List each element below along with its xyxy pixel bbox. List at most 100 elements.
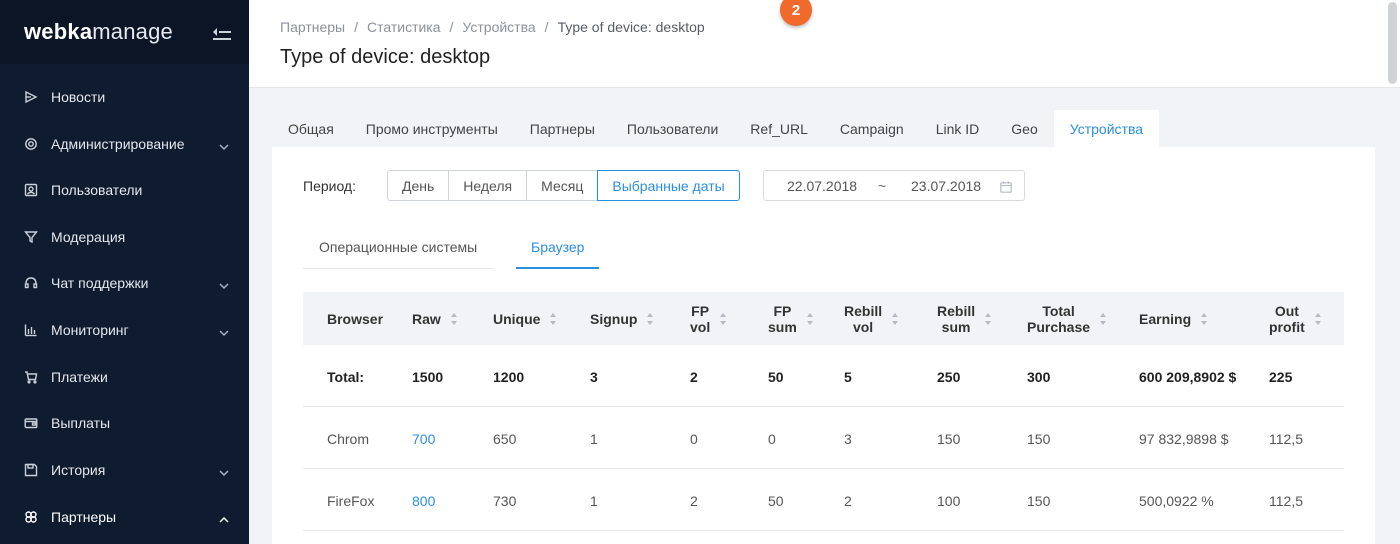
sidebar-item-5[interactable]: Мониторинг: [0, 307, 249, 353]
column-header-4[interactable]: FP vol: [690, 292, 727, 345]
column-header-7[interactable]: Rebill sum: [937, 292, 992, 345]
sidebar-item-2[interactable]: Пользователи: [0, 167, 249, 213]
sidebar-item-9[interactable]: Партнеры: [0, 494, 249, 540]
content-panel: Период: День Неделя Месяц Выбранные даты 22…: [272, 147, 1375, 544]
breadcrumb-partners[interactable]: Партнеры: [280, 19, 345, 35]
sidebar-item-label: Пользователи: [51, 182, 143, 198]
sort-icon[interactable]: [1201, 312, 1208, 325]
calendar-icon[interactable]: [1000, 180, 1012, 193]
scrollbar[interactable]: [1386, 0, 1400, 88]
date-range-picker[interactable]: 22.07.2018 ~ 23.07.2018: [763, 170, 1025, 201]
column-header-10[interactable]: Out profit: [1269, 292, 1322, 345]
column-header-label: Total Purchase: [1027, 302, 1091, 335]
sidebar-item-3[interactable]: Модерация: [0, 214, 249, 260]
column-header-label: Out profit: [1269, 302, 1305, 335]
chevron-down-icon[interactable]: [219, 139, 229, 151]
tab-0[interactable]: Общая: [272, 110, 350, 147]
chevron-down-icon[interactable]: [219, 465, 229, 477]
table-cell: 150: [937, 431, 961, 447]
step-badge: 2: [780, 0, 812, 26]
period-option-0[interactable]: День: [387, 170, 450, 201]
column-header-3[interactable]: Signup: [590, 292, 654, 345]
table-cell: 2: [690, 493, 698, 509]
sort-icon[interactable]: [806, 312, 814, 325]
tab-8[interactable]: Устройства: [1053, 110, 1160, 147]
sort-icon[interactable]: [1100, 312, 1107, 325]
sort-icon[interactable]: [550, 312, 557, 325]
table-cell: 97 832,9898 $: [1139, 431, 1229, 447]
table-cell: 1: [590, 431, 598, 447]
column-header-6[interactable]: Rebill vol: [844, 292, 899, 345]
column-header-5[interactable]: FP sum: [768, 292, 814, 345]
table-cell[interactable]: 700: [412, 431, 435, 447]
table-cell: 112,5: [1269, 493, 1303, 509]
sidebar-item-label: Платежи: [51, 369, 108, 385]
period-option-3[interactable]: Выбранные даты: [597, 170, 740, 201]
breadcrumb-current: Type of device: desktop: [557, 19, 705, 35]
wallet-icon: [24, 416, 38, 430]
logo-bar: webkamanage: [0, 0, 249, 64]
sidebar-item-0[interactable]: Новости: [0, 74, 249, 120]
table-total-row: Total: 1500 1200 3 2 50 5 250 300 600 209,8902 $2…: [303, 345, 1344, 407]
filter-icon: [24, 230, 38, 244]
tab-1[interactable]: Промо инструменты: [350, 110, 514, 147]
sort-icon[interactable]: [720, 312, 727, 325]
column-header-2[interactable]: Unique: [493, 292, 557, 345]
sort-icon[interactable]: [450, 312, 458, 325]
column-header-9[interactable]: Earning: [1139, 292, 1208, 345]
tab-2[interactable]: Партнеры: [514, 110, 611, 147]
chevron-down-icon[interactable]: [219, 278, 229, 290]
sidebar-item-label: Новости: [51, 89, 106, 105]
bar-chart-icon: [24, 323, 38, 337]
table-cell[interactable]: 800: [412, 493, 435, 509]
sidebar-item-label: Выплаты: [51, 415, 111, 431]
logo[interactable]: webkamanage: [24, 19, 173, 45]
scroll-thumb[interactable]: [1388, 2, 1397, 84]
tab-7[interactable]: Geo: [995, 110, 1053, 147]
column-header-label: Rebill sum: [937, 302, 976, 335]
table-cell: FireFox: [327, 493, 375, 509]
period-selector: День Неделя Месяц Выбранные даты: [387, 170, 740, 201]
subtab-browser[interactable]: Браузер: [531, 239, 584, 269]
tab-4[interactable]: Ref_URL: [734, 110, 824, 147]
sidebar-item-8[interactable]: История: [0, 447, 249, 493]
tab-6[interactable]: Link ID: [920, 110, 996, 147]
column-header-8[interactable]: Total Purchase: [1027, 292, 1107, 345]
news-icon: [24, 90, 38, 104]
table-cell: 250: [937, 369, 961, 385]
column-header-label: Signup: [590, 310, 638, 327]
cart-icon: [24, 370, 38, 384]
gear-icon: [24, 137, 38, 151]
sort-icon[interactable]: [1314, 312, 1322, 325]
tab-5[interactable]: Campaign: [824, 110, 920, 147]
column-header-label: Browser: [327, 310, 384, 327]
breadcrumb-statistics[interactable]: Статистика: [367, 19, 441, 35]
chevron-up-icon[interactable]: [219, 512, 229, 523]
date-to-input[interactable]: 23.07.2018: [911, 178, 981, 194]
date-from-input[interactable]: 22.07.2018: [787, 178, 857, 194]
table-cell: 1: [590, 493, 598, 509]
menu-collapse-icon[interactable]: [213, 24, 231, 40]
table-cell: 0: [690, 431, 698, 447]
sidebar-item-1[interactable]: Администрирование: [0, 121, 249, 167]
sort-icon[interactable]: [985, 312, 992, 325]
sidebar-item-4[interactable]: Чат поддержки: [0, 260, 249, 306]
stats-tabs: Общая Промо инструменты Партнеры Пользовате…: [272, 110, 1160, 147]
save-icon: [24, 463, 38, 477]
sort-icon[interactable]: [647, 312, 654, 325]
table-cell: 150: [1027, 431, 1051, 447]
tab-3[interactable]: Пользователи: [611, 110, 734, 147]
sort-icon[interactable]: [892, 312, 899, 325]
period-option-2[interactable]: Месяц: [526, 170, 599, 201]
column-header-label: Rebill vol: [844, 302, 883, 335]
users-icon: [24, 183, 38, 197]
column-header-1[interactable]: Raw: [412, 292, 458, 345]
period-option-1[interactable]: Неделя: [448, 170, 528, 201]
breadcrumb-devices[interactable]: Устройства: [462, 19, 535, 35]
table-cell: 1200: [493, 369, 525, 385]
chevron-down-icon[interactable]: [219, 325, 229, 337]
subtab-os[interactable]: Операционные системы: [319, 239, 477, 269]
sidebar-item-6[interactable]: Платежи: [0, 354, 249, 400]
sidebar-item-7[interactable]: Выплаты: [0, 400, 249, 446]
table-cell: 112,5: [1269, 431, 1303, 447]
